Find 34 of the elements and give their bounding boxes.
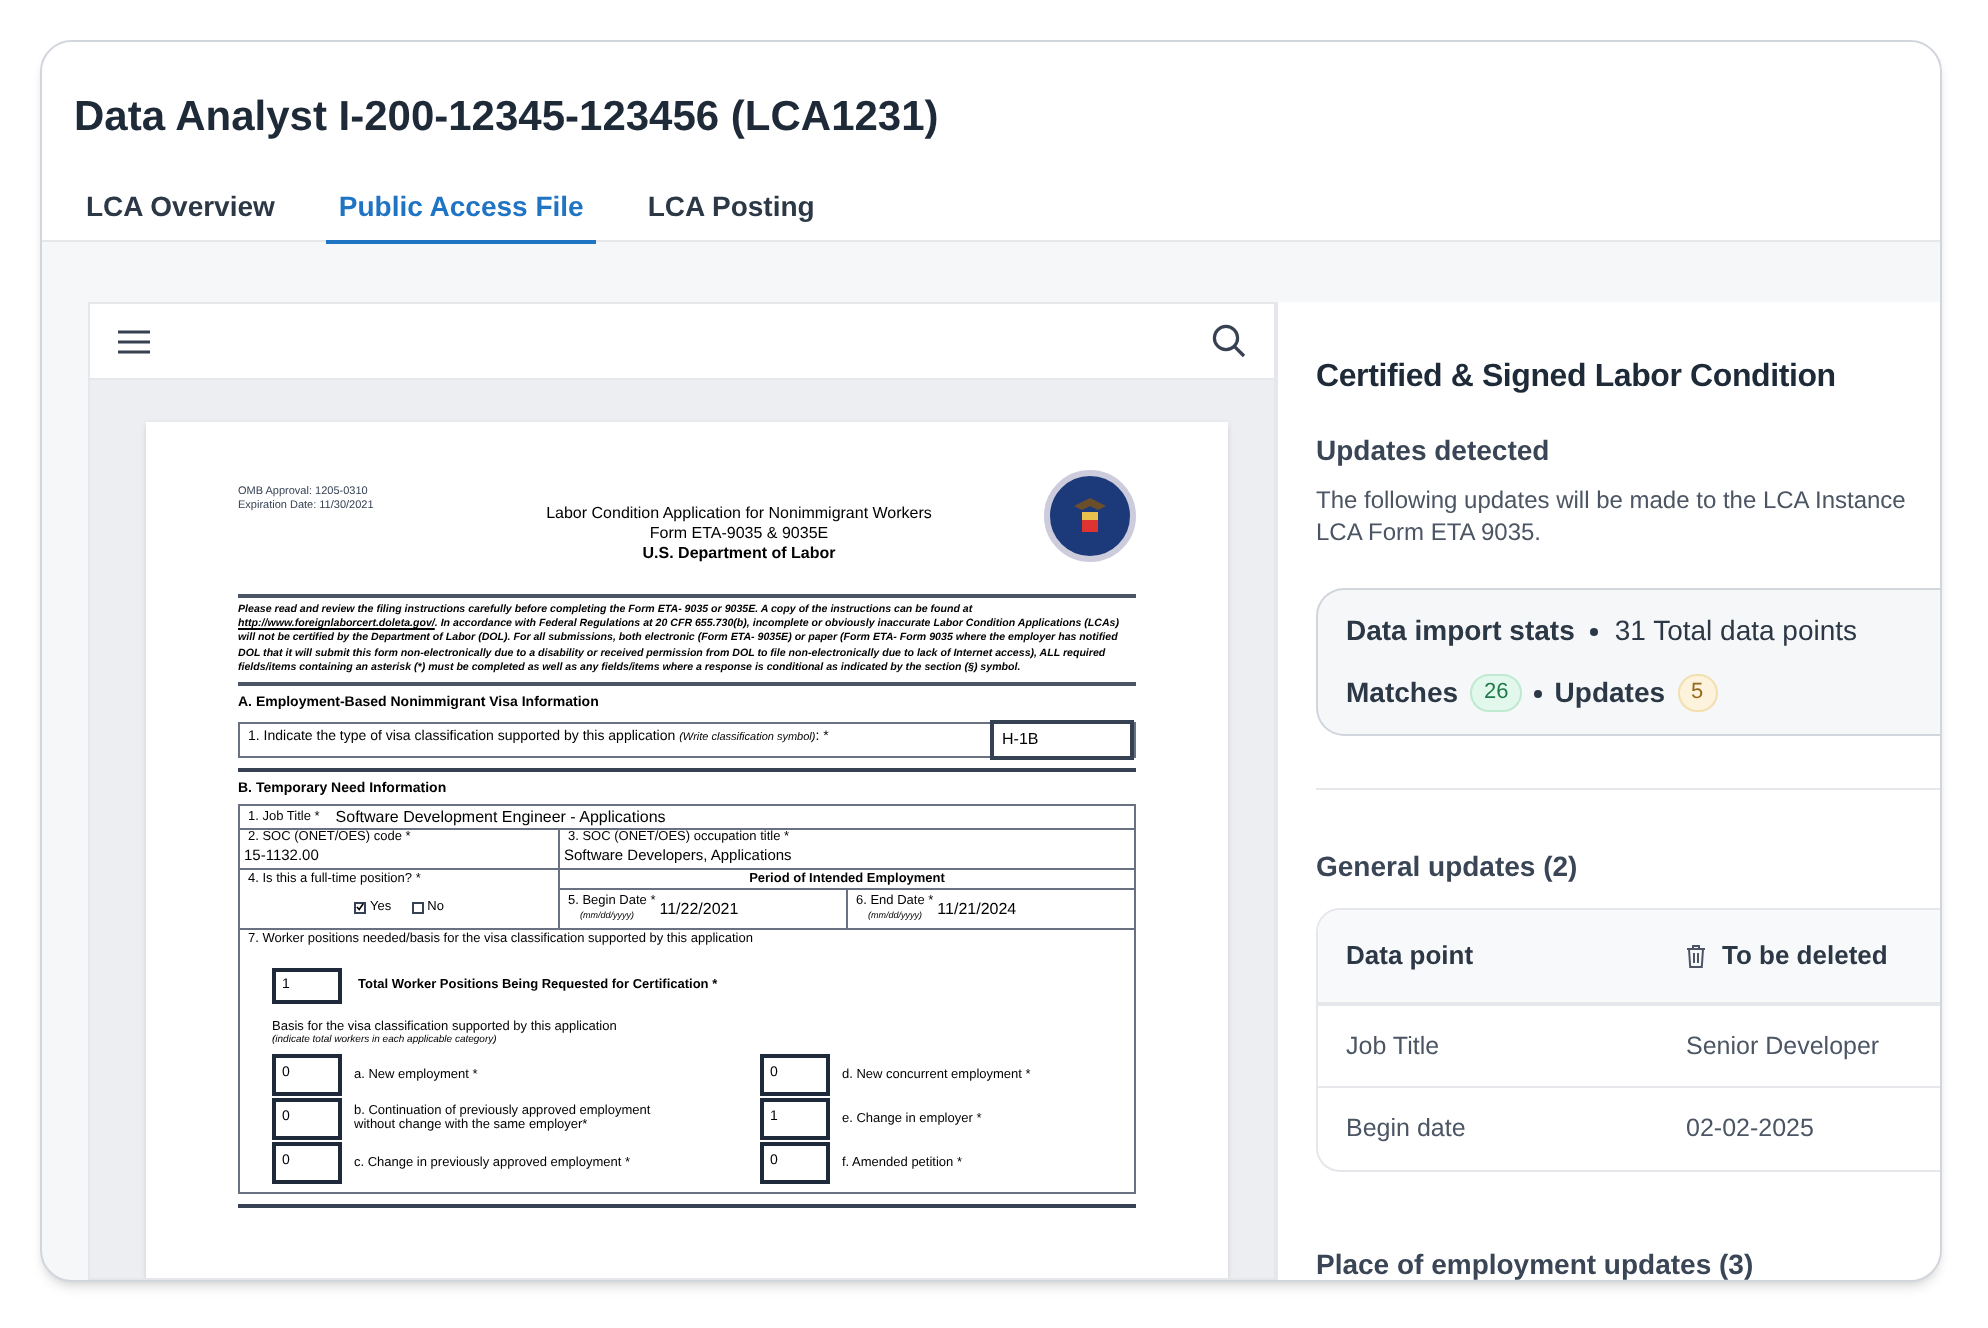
field-value: Software Development Engineer - Applications [335,805,666,830]
tab[interactable]: Public Access File [326,185,596,243]
column-header: Data point [1344,938,1476,975]
table-cell-text: 02-02-2025 [1686,1112,1814,1147]
form-title: Form ETA-9035 & 9035E [649,524,829,544]
count-badge: 26 [1470,674,1523,712]
tab[interactable]: LCA Overview [74,185,287,243]
column-header: To be deleted [1722,938,1888,975]
stats-title: Data import stats [1346,612,1575,650]
stats-label: Updates [1554,674,1666,712]
panel-title: Certified & Signed Labor Condition [1316,358,1836,398]
checkbox[interactable] [411,901,424,914]
table-cell-text: Job Title [1344,1029,1442,1064]
description-text: The following updates will be made to the LCA Instance LCA Form ETA 9035. [1316,484,1908,548]
checkbox[interactable] [354,901,367,914]
field-value: 11/21/2024 [937,898,1017,923]
tab[interactable]: LCA Posting [635,185,827,243]
table-cell-text: Begin date [1344,1112,1468,1147]
form-title: Labor Condition Application for Nonimmigrant Workers [546,504,932,524]
section-title: General updates (2) [1316,848,1578,886]
trash-icon [1686,944,1706,968]
section-title: Updates detected [1316,432,1550,470]
section-title: Place of employment updates (3) [1316,1246,1754,1280]
field-value: 11/22/2021 [659,898,739,923]
stats-label: Matches [1346,674,1459,712]
table-cell-text: Senior Developer [1686,1029,1880,1064]
form-title: U.S. Department of Labor [642,544,836,564]
search-icon[interactable] [1212,324,1246,358]
menu-icon[interactable] [118,329,150,353]
page-title: Data Analyst I-200-12345-123456 (LCA1231) [74,92,939,144]
stats-total: 31 Total data points [1614,612,1858,650]
field-value: H-1B [990,719,1134,760]
count-badge: 5 [1677,674,1718,712]
seal-icon [1044,470,1136,562]
